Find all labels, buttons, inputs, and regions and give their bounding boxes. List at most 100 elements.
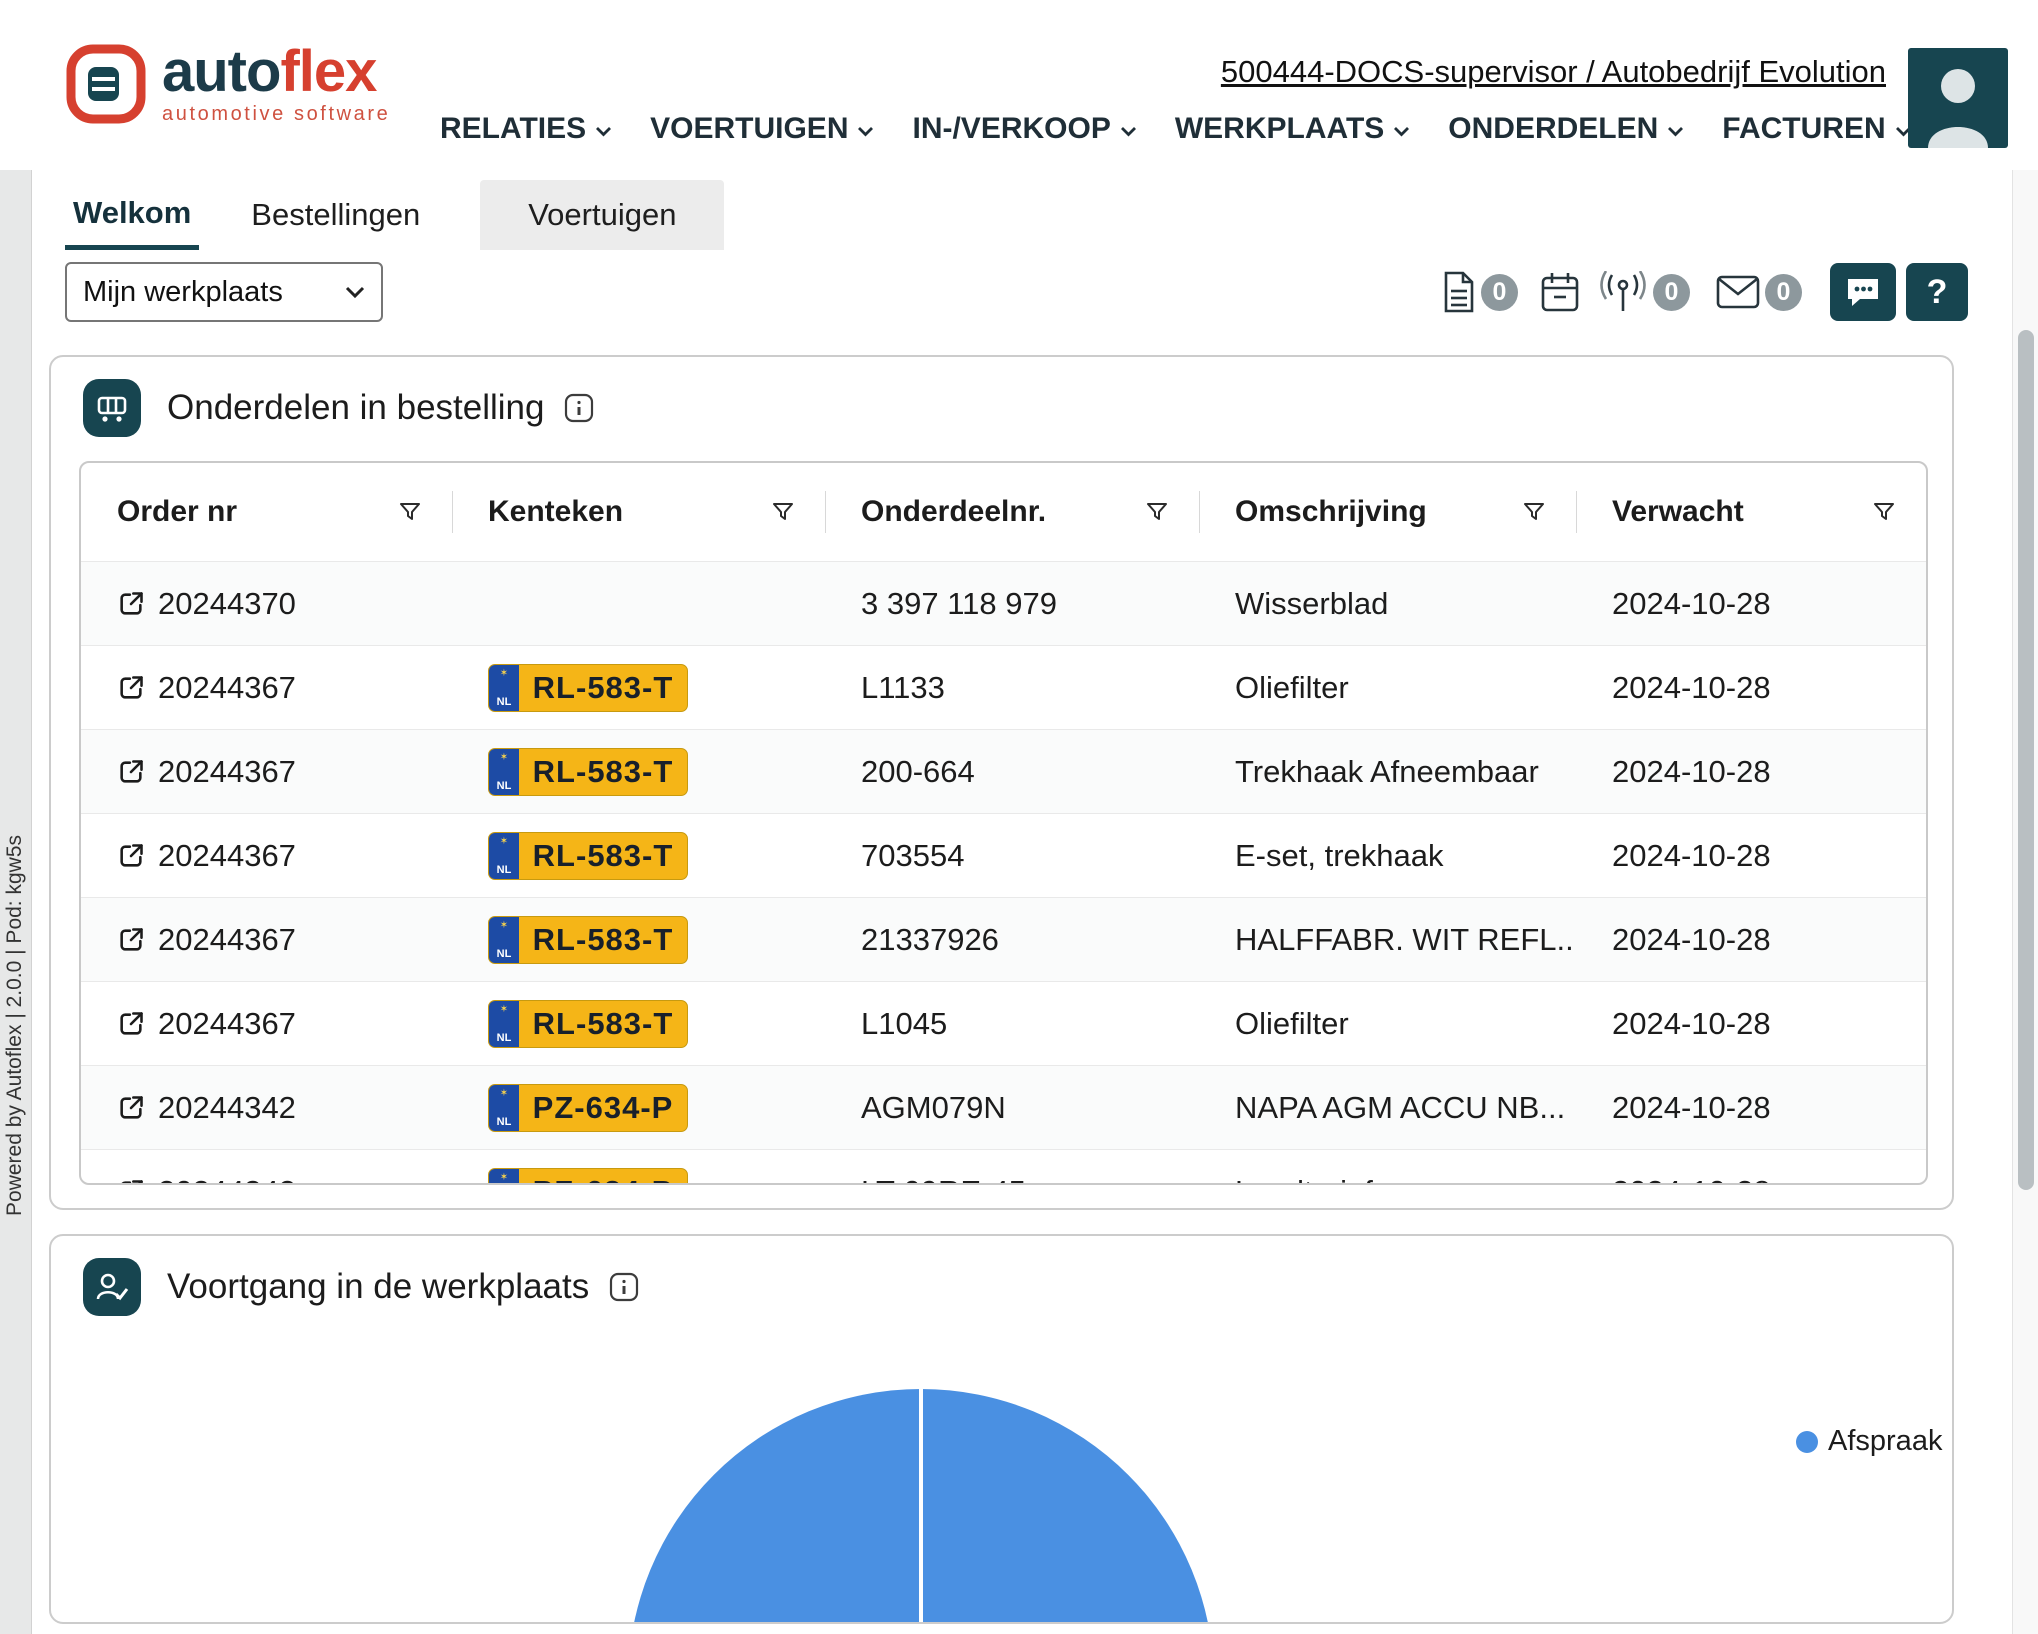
progress-card-title: Voortgang in de werkplaats xyxy=(167,1267,589,1307)
nav-label: ONDERDELEN xyxy=(1448,112,1658,146)
orders-card-title: Onderdelen in bestelling xyxy=(167,388,544,428)
part-number: AGM079N xyxy=(825,1090,1199,1126)
plate-eu-band: ✶NL xyxy=(489,833,519,879)
table-row[interactable]: 20244342 ✶NL PZ-634-P LT-09RE-45 Laadtar… xyxy=(81,1149,1926,1185)
info-icon[interactable] xyxy=(609,1272,639,1302)
eu-stars-icon: ✶ xyxy=(500,837,508,847)
orders-card-header: Onderdelen in bestelling xyxy=(51,357,1952,437)
progress-pie-chart xyxy=(626,1387,1216,1624)
open-order-icon[interactable] xyxy=(117,1010,145,1038)
vertical-scrollbar[interactable] xyxy=(2012,170,2038,1634)
mail-icon xyxy=(1716,275,1760,309)
plate-eu-band: ✶NL xyxy=(489,917,519,963)
part-number: 200-664 xyxy=(825,754,1199,790)
chevron-down-icon xyxy=(857,126,874,137)
col-header-kenteken: Kenteken xyxy=(452,463,825,561)
mail-indicator[interactable]: 0 xyxy=(1716,274,1802,311)
help-button[interactable]: ? xyxy=(1906,263,1968,321)
open-order-icon[interactable] xyxy=(117,590,145,618)
filter-icon[interactable] xyxy=(1522,500,1546,524)
chat-button[interactable] xyxy=(1830,263,1896,321)
license-plate: ✶NL RL-583-T xyxy=(488,916,688,964)
orders-table: Order nr Kenteken Onderdeelnr. Omschrijv… xyxy=(79,461,1928,1185)
nav-voertuigen[interactable]: VOERTUIGEN xyxy=(650,112,874,146)
nav-facturen[interactable]: FACTUREN xyxy=(1722,112,1911,146)
open-order-icon[interactable] xyxy=(117,1094,145,1122)
plate-number: RL-583-T xyxy=(519,665,687,711)
toolbar-icons: 0 0 0 ? xyxy=(1442,262,1968,322)
license-plate: ✶NL PZ-634-P xyxy=(488,1168,688,1186)
tab-voertuigen[interactable]: Voertuigen xyxy=(480,180,724,250)
table-row[interactable]: 20244367 ✶NL RL-583-T L1045 Oliefilter 2… xyxy=(81,981,1926,1065)
open-order-icon[interactable] xyxy=(117,1178,145,1186)
part-description: NAPA AGM ACCU NB... xyxy=(1199,1090,1576,1126)
filter-icon[interactable] xyxy=(1872,500,1896,524)
part-description: E-set, trekhaak xyxy=(1199,838,1576,874)
table-row[interactable]: 20244367 ✶NL RL-583-T 21337926 HALFFABR.… xyxy=(81,897,1926,981)
open-order-icon[interactable] xyxy=(117,842,145,870)
filter-icon[interactable] xyxy=(771,500,795,524)
plate-eu-band: ✶NL xyxy=(489,665,519,711)
license-plate: ✶NL RL-583-T xyxy=(488,664,688,712)
nav-werkplaats[interactable]: WERKPLAATS xyxy=(1175,112,1410,146)
chat-bubble-icon xyxy=(1845,276,1881,308)
eu-stars-icon: ✶ xyxy=(500,753,508,763)
plate-number: PZ-634-P xyxy=(519,1085,687,1131)
part-number: L1133 xyxy=(825,670,1199,706)
workshop-select[interactable]: Mijn werkplaats xyxy=(65,262,383,322)
progress-card-header: Voortgang in de werkplaats xyxy=(51,1236,1952,1316)
expected-date: 2024-10-28 xyxy=(1576,838,1926,874)
expected-date: 2024-10-28 xyxy=(1576,754,1926,790)
part-description: Oliefilter xyxy=(1199,670,1576,706)
avatar[interactable] xyxy=(1908,48,2008,148)
open-order-icon[interactable] xyxy=(117,758,145,786)
workshop-select-value: Mijn werkplaats xyxy=(83,276,283,309)
open-order-icon[interactable] xyxy=(117,674,145,702)
col-label: Order nr xyxy=(117,495,237,529)
part-number: L1045 xyxy=(825,1006,1199,1042)
documents-indicator[interactable]: 0 xyxy=(1442,271,1518,313)
mail-badge: 0 xyxy=(1765,274,1802,311)
expected-date: 2024-10-28 xyxy=(1576,1090,1926,1126)
col-label: Verwacht xyxy=(1612,495,1744,529)
part-description: Wisserblad xyxy=(1199,586,1576,622)
table-row[interactable]: 20244367 ✶NL RL-583-T 703554 E-set, trek… xyxy=(81,813,1926,897)
nav-label: RELATIES xyxy=(440,112,586,146)
table-row[interactable]: 20244367 ✶NL RL-583-T L1133 Oliefilter 2… xyxy=(81,645,1926,729)
info-icon[interactable] xyxy=(564,393,594,423)
tab-bestellingen[interactable]: Bestellingen xyxy=(243,180,428,250)
license-plate: ✶NL RL-583-T xyxy=(488,832,688,880)
calendar-indicator[interactable] xyxy=(1540,271,1580,313)
table-row[interactable]: 20244342 ✶NL PZ-634-P AGM079N NAPA AGM A… xyxy=(81,1065,1926,1149)
part-number: LT-09RE-45 xyxy=(825,1174,1199,1186)
nav-onderdelen[interactable]: ONDERDELEN xyxy=(1448,112,1684,146)
filter-icon[interactable] xyxy=(398,500,422,524)
user-account-link[interactable]: 500444-DOCS-supervisor / Autobedrijf Evo… xyxy=(1221,54,1886,90)
nav-label: FACTUREN xyxy=(1722,112,1885,146)
nav-label: IN-/VERKOOP xyxy=(912,112,1110,146)
mechanic-progress-icon xyxy=(83,1258,141,1316)
filter-icon[interactable] xyxy=(1145,500,1169,524)
nav-in-verkoop[interactable]: IN-/VERKOOP xyxy=(912,112,1136,146)
expected-date: 2024-10-28 xyxy=(1576,670,1926,706)
license-plate: ✶NL RL-583-T xyxy=(488,748,688,796)
table-row[interactable]: 20244370 3 397 118 979 Wisserblad 2024-1… xyxy=(81,561,1926,645)
open-order-icon[interactable] xyxy=(117,926,145,954)
nav-relaties[interactable]: RELATIES xyxy=(440,112,612,146)
autoflex-logo-icon xyxy=(64,42,148,126)
order-number: 20244342 xyxy=(158,1090,296,1126)
parts-order-icon xyxy=(83,379,141,437)
nav-label: WERKPLAATS xyxy=(1175,112,1384,146)
chevron-down-icon xyxy=(345,286,365,299)
order-number: 20244367 xyxy=(158,754,296,790)
expected-date: 2024-10-28 xyxy=(1576,922,1926,958)
chevron-down-icon xyxy=(1667,126,1684,137)
tab-welkom[interactable]: Welkom xyxy=(65,180,199,250)
part-description: HALFFABR. WIT REFL... xyxy=(1199,922,1576,958)
scrollbar-thumb[interactable] xyxy=(2018,330,2034,1190)
table-row[interactable]: 20244367 ✶NL RL-583-T 200-664 Trekhaak A… xyxy=(81,729,1926,813)
antenna-indicator[interactable]: 0 xyxy=(1598,271,1690,313)
calendar-icon xyxy=(1540,271,1580,313)
plate-number: RL-583-T xyxy=(519,1001,687,1047)
plate-number: RL-583-T xyxy=(519,833,687,879)
